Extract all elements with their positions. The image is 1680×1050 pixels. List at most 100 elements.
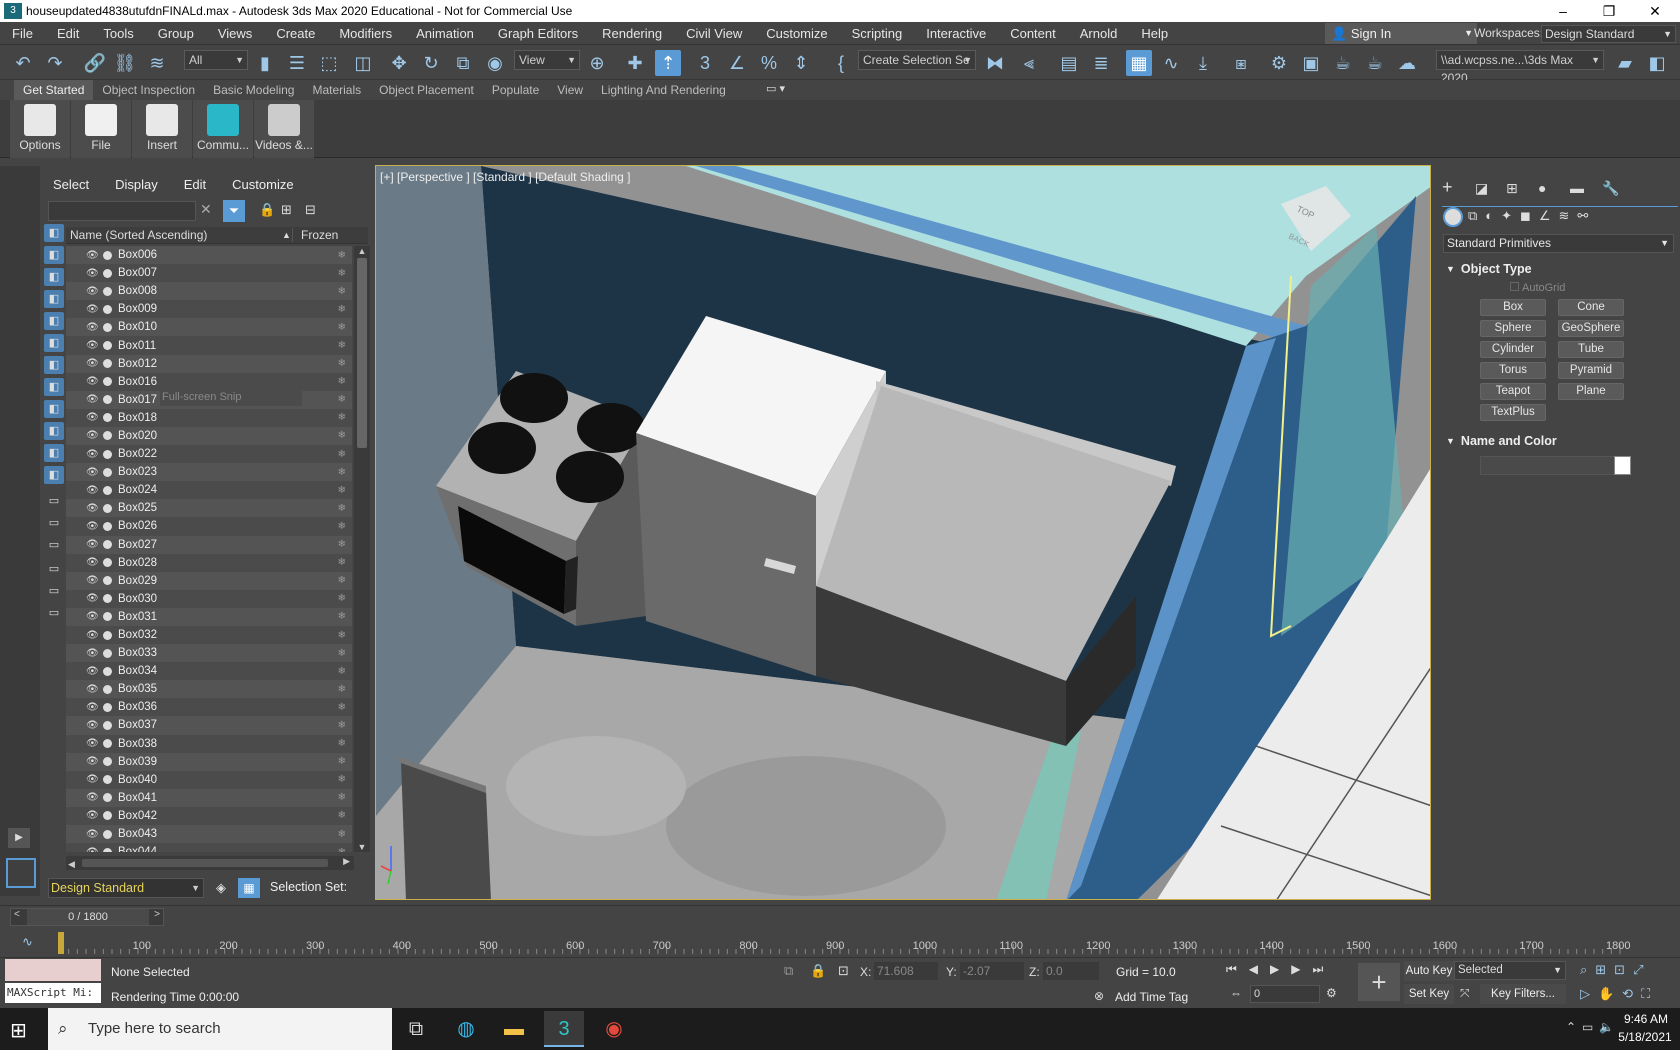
key-mode-dropdown[interactable]: Selected ▼	[1454, 961, 1566, 980]
display-influences-filter-icon[interactable]: ▭	[44, 514, 64, 532]
table-row[interactable]: 👁 Box033 ❄	[66, 644, 352, 663]
visibility-eye-icon[interactable]: 👁	[86, 774, 100, 785]
table-row[interactable]: 👁 Box038 ❄	[66, 734, 352, 753]
layers-icon[interactable]: ◈	[216, 880, 226, 896]
create-cone-button[interactable]: Cone	[1558, 299, 1624, 316]
motion-tab-icon[interactable]: ●	[1538, 180, 1546, 196]
explorer-scrollbar-horizontal[interactable]: ◀ ▶	[66, 856, 354, 870]
freeze-icon[interactable]: ❄	[338, 702, 346, 713]
set-key-button[interactable]: Set Key	[1404, 984, 1454, 1004]
table-row[interactable]: 👁 Box039 ❄	[66, 752, 352, 771]
maxscript-input[interactable]: MAXScript Mi:	[5, 983, 101, 1003]
maximize-button[interactable]: ❐	[1586, 0, 1632, 22]
menu-graph-editors[interactable]: Graph Editors	[486, 22, 590, 45]
hierarchy-icon[interactable]: ⊞	[281, 202, 292, 218]
visibility-eye-icon[interactable]: 👁	[86, 611, 100, 622]
table-row[interactable]: 👁 Box027 ❄	[66, 535, 352, 554]
time-slider[interactable]: < 0 / 1800 >	[10, 908, 164, 926]
utilities-tab-icon[interactable]: 🔧	[1602, 180, 1619, 197]
ribbon-tab-object-placement[interactable]: Object Placement	[370, 80, 483, 100]
selection-set-icon[interactable]: ▦	[238, 878, 260, 898]
frozen-filter-icon[interactable]: ◧	[44, 444, 64, 462]
display-children-filter-icon[interactable]: ▭	[44, 492, 64, 510]
freeze-icon[interactable]: ❄	[338, 756, 346, 767]
table-row[interactable]: 👁 Box023 ❄	[66, 463, 352, 482]
file-explorer-icon[interactable]: ▬	[494, 1011, 534, 1047]
freeze-icon[interactable]: ❄	[338, 630, 346, 641]
table-row[interactable]: 👁 Box024 ❄	[66, 481, 352, 500]
menu-interactive[interactable]: Interactive	[914, 22, 998, 45]
lights-filter-icon[interactable]: ◧	[44, 268, 64, 286]
minimize-button[interactable]: –	[1540, 0, 1586, 22]
curve-editor-icon[interactable]: ∿	[1158, 50, 1184, 76]
freeze-icon[interactable]: ❄	[338, 286, 346, 297]
menu-scripting[interactable]: Scripting	[840, 22, 915, 45]
table-row[interactable]: 👁 Box011 ❄	[66, 336, 352, 355]
table-row[interactable]: 👁 Box010 ❄	[66, 318, 352, 337]
current-frame-spinner[interactable]: 0	[1250, 985, 1320, 1003]
selection-lock-icon[interactable]: 🔒	[810, 963, 826, 979]
display-tab-icon[interactable]: ▬	[1570, 180, 1584, 196]
scroll-thumb[interactable]	[357, 258, 367, 448]
visibility-eye-icon[interactable]: 👁	[86, 286, 100, 297]
column-frozen[interactable]: Frozen	[292, 228, 338, 242]
table-row[interactable]: 👁 Box030 ❄	[66, 589, 352, 608]
maxscript-listener-top[interactable]	[5, 959, 101, 981]
freeze-icon[interactable]: ❄	[338, 430, 346, 441]
visibility-eye-icon[interactable]: 👁	[86, 756, 100, 767]
render-setup-icon[interactable]: ⚙	[1266, 50, 1292, 76]
visibility-eye-icon[interactable]: 👁	[86, 702, 100, 713]
helpers-filter-icon[interactable]: ◧	[44, 312, 64, 330]
menu-modifiers[interactable]: Modifiers	[327, 22, 404, 45]
bind-spacewarp-icon[interactable]: ≋	[144, 50, 170, 76]
menu-file[interactable]: File	[0, 22, 45, 45]
freeze-icon[interactable]: ❄	[338, 829, 346, 840]
visibility-eye-icon[interactable]: 👁	[86, 467, 100, 478]
freeze-icon[interactable]: ❄	[338, 503, 346, 514]
layer-explorer-icon[interactable]: ▤	[1056, 50, 1082, 76]
ribbon-tab-basic-modeling[interactable]: Basic Modeling	[204, 80, 303, 100]
visibility-eye-icon[interactable]: 👁	[86, 810, 100, 821]
autogrid-checkbox[interactable]: AutoGrid	[1510, 282, 1565, 294]
xrefs-filter-icon[interactable]: ◧	[44, 378, 64, 396]
freeze-icon[interactable]: ❄	[338, 250, 346, 261]
named-selection-dropdown[interactable]: Create Selection Se ▼	[858, 50, 976, 70]
visibility-eye-icon[interactable]: 👁	[86, 485, 100, 496]
filter-filter-icon[interactable]: ▭	[44, 582, 64, 600]
create-geosphere-button[interactable]: GeoSphere	[1558, 320, 1624, 337]
select-object-icon[interactable]: ▮	[252, 50, 278, 76]
create-tube-button[interactable]: Tube	[1558, 341, 1624, 358]
visibility-eye-icon[interactable]: 👁	[86, 684, 100, 695]
freeze-icon[interactable]: ❄	[338, 611, 346, 622]
containers-filter-icon[interactable]: ◧	[44, 422, 64, 440]
layer-hierarchy-icon[interactable]: ⊟	[305, 202, 316, 218]
freeze-icon[interactable]: ❄	[338, 847, 346, 852]
edit-named-sets-icon[interactable]: {	[828, 50, 854, 76]
scene-explorer-icon[interactable]: ▦	[1126, 50, 1152, 76]
pivot-icon[interactable]: ⊕	[584, 50, 610, 76]
object-name-input[interactable]	[1480, 456, 1616, 475]
table-row[interactable]: 👁 Box007 ❄	[66, 264, 352, 283]
object-color-swatch[interactable]	[1614, 456, 1631, 475]
freeze-icon[interactable]: ❄	[338, 521, 346, 532]
table-row[interactable]: 👁 Box037 ❄	[66, 716, 352, 735]
object-type-rollout[interactable]: ▼ Object Type	[1446, 260, 1674, 278]
visibility-eye-icon[interactable]: 👁	[86, 557, 100, 568]
create-pyramid-button[interactable]: Pyramid	[1558, 362, 1624, 379]
visibility-eye-icon[interactable]: 👁	[86, 738, 100, 749]
link-icon[interactable]: 🔗	[82, 50, 108, 76]
menu-arnold[interactable]: Arnold	[1068, 22, 1130, 45]
explorer-scrollbar-vertical[interactable]: ▲ ▼	[354, 246, 370, 852]
ribbon-tab-populate[interactable]: Populate	[483, 80, 548, 100]
table-row[interactable]: 👁 Box008 ❄	[66, 282, 352, 301]
ribbon-tab-materials[interactable]: Materials	[303, 80, 370, 100]
ribbon-tab-lighting-and-rendering[interactable]: Lighting And Rendering	[592, 80, 735, 100]
visibility-eye-icon[interactable]: 👁	[86, 630, 100, 641]
filter-selected-filter-icon[interactable]: ▭	[44, 560, 64, 578]
edge-icon[interactable]: ◍	[446, 1011, 486, 1047]
freeze-icon[interactable]: ❄	[338, 412, 346, 423]
y-coordinate[interactable]: -2.07	[960, 962, 1024, 980]
create-teapot-button[interactable]: Teapot	[1480, 383, 1546, 400]
ribbon-tab-object-inspection[interactable]: Object Inspection	[93, 80, 204, 100]
table-row[interactable]: 👁 Box029 ❄	[66, 571, 352, 590]
